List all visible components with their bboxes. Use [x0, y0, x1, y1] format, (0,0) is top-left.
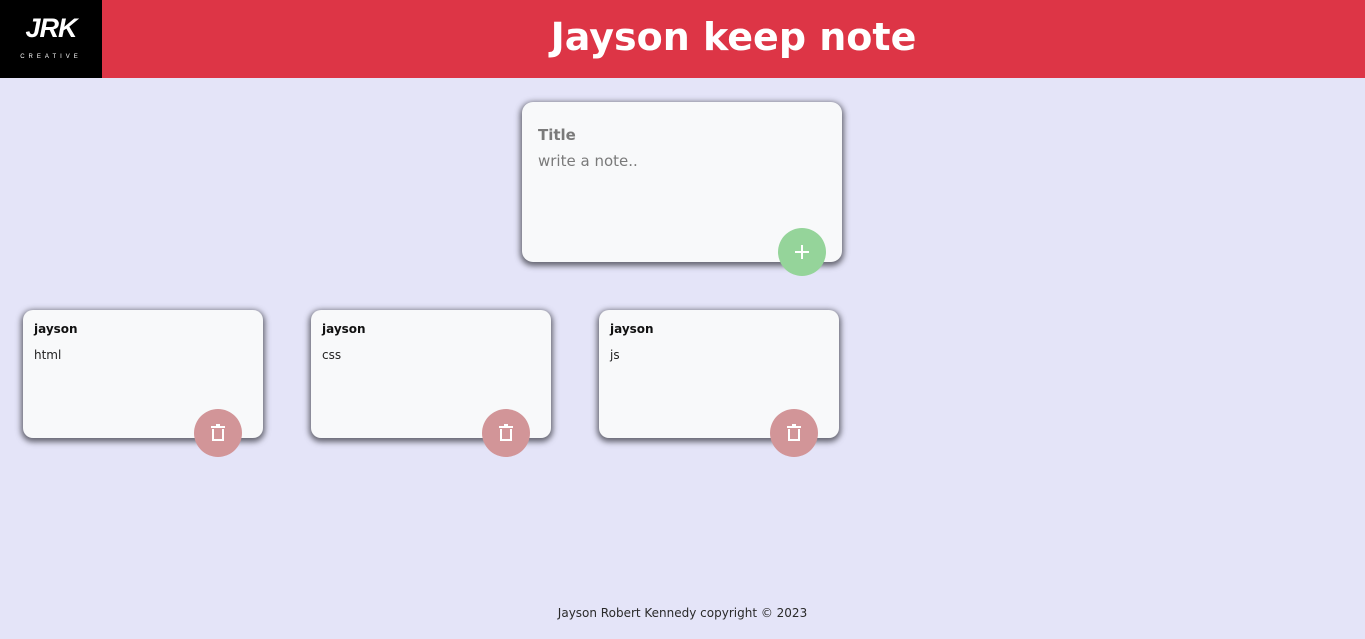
- delete-note-button[interactable]: [482, 409, 530, 457]
- app-title: Jayson keep note: [550, 15, 917, 59]
- logo-subtext: CREATIVE: [20, 54, 82, 60]
- plus-icon: [795, 245, 809, 259]
- note-card: jayson css: [311, 310, 551, 457]
- note-content: js: [610, 348, 620, 362]
- note-body-input[interactable]: [538, 152, 823, 222]
- note-title-input[interactable]: [538, 126, 818, 144]
- delete-note-button[interactable]: [770, 409, 818, 457]
- add-note-button[interactable]: [778, 228, 826, 276]
- note-title: jayson: [322, 322, 366, 336]
- delete-note-button[interactable]: [194, 409, 242, 457]
- note-title: jayson: [610, 322, 654, 336]
- note-title: jayson: [34, 322, 78, 336]
- note-composer: [522, 102, 842, 276]
- app-header: JRK CREATIVE Jayson keep note: [0, 0, 1365, 78]
- note-card: jayson js: [599, 310, 839, 457]
- note-content: css: [322, 348, 342, 362]
- note-card: jayson html: [23, 310, 263, 457]
- trash-icon: [499, 424, 513, 441]
- footer-copyright: Jayson Robert Kennedy copyright © 2023: [557, 606, 808, 620]
- logo-text: JRK: [25, 13, 77, 43]
- note-content: html: [34, 348, 62, 362]
- trash-icon: [787, 424, 801, 441]
- trash-icon: [211, 424, 225, 441]
- logo: JRK CREATIVE: [0, 0, 102, 78]
